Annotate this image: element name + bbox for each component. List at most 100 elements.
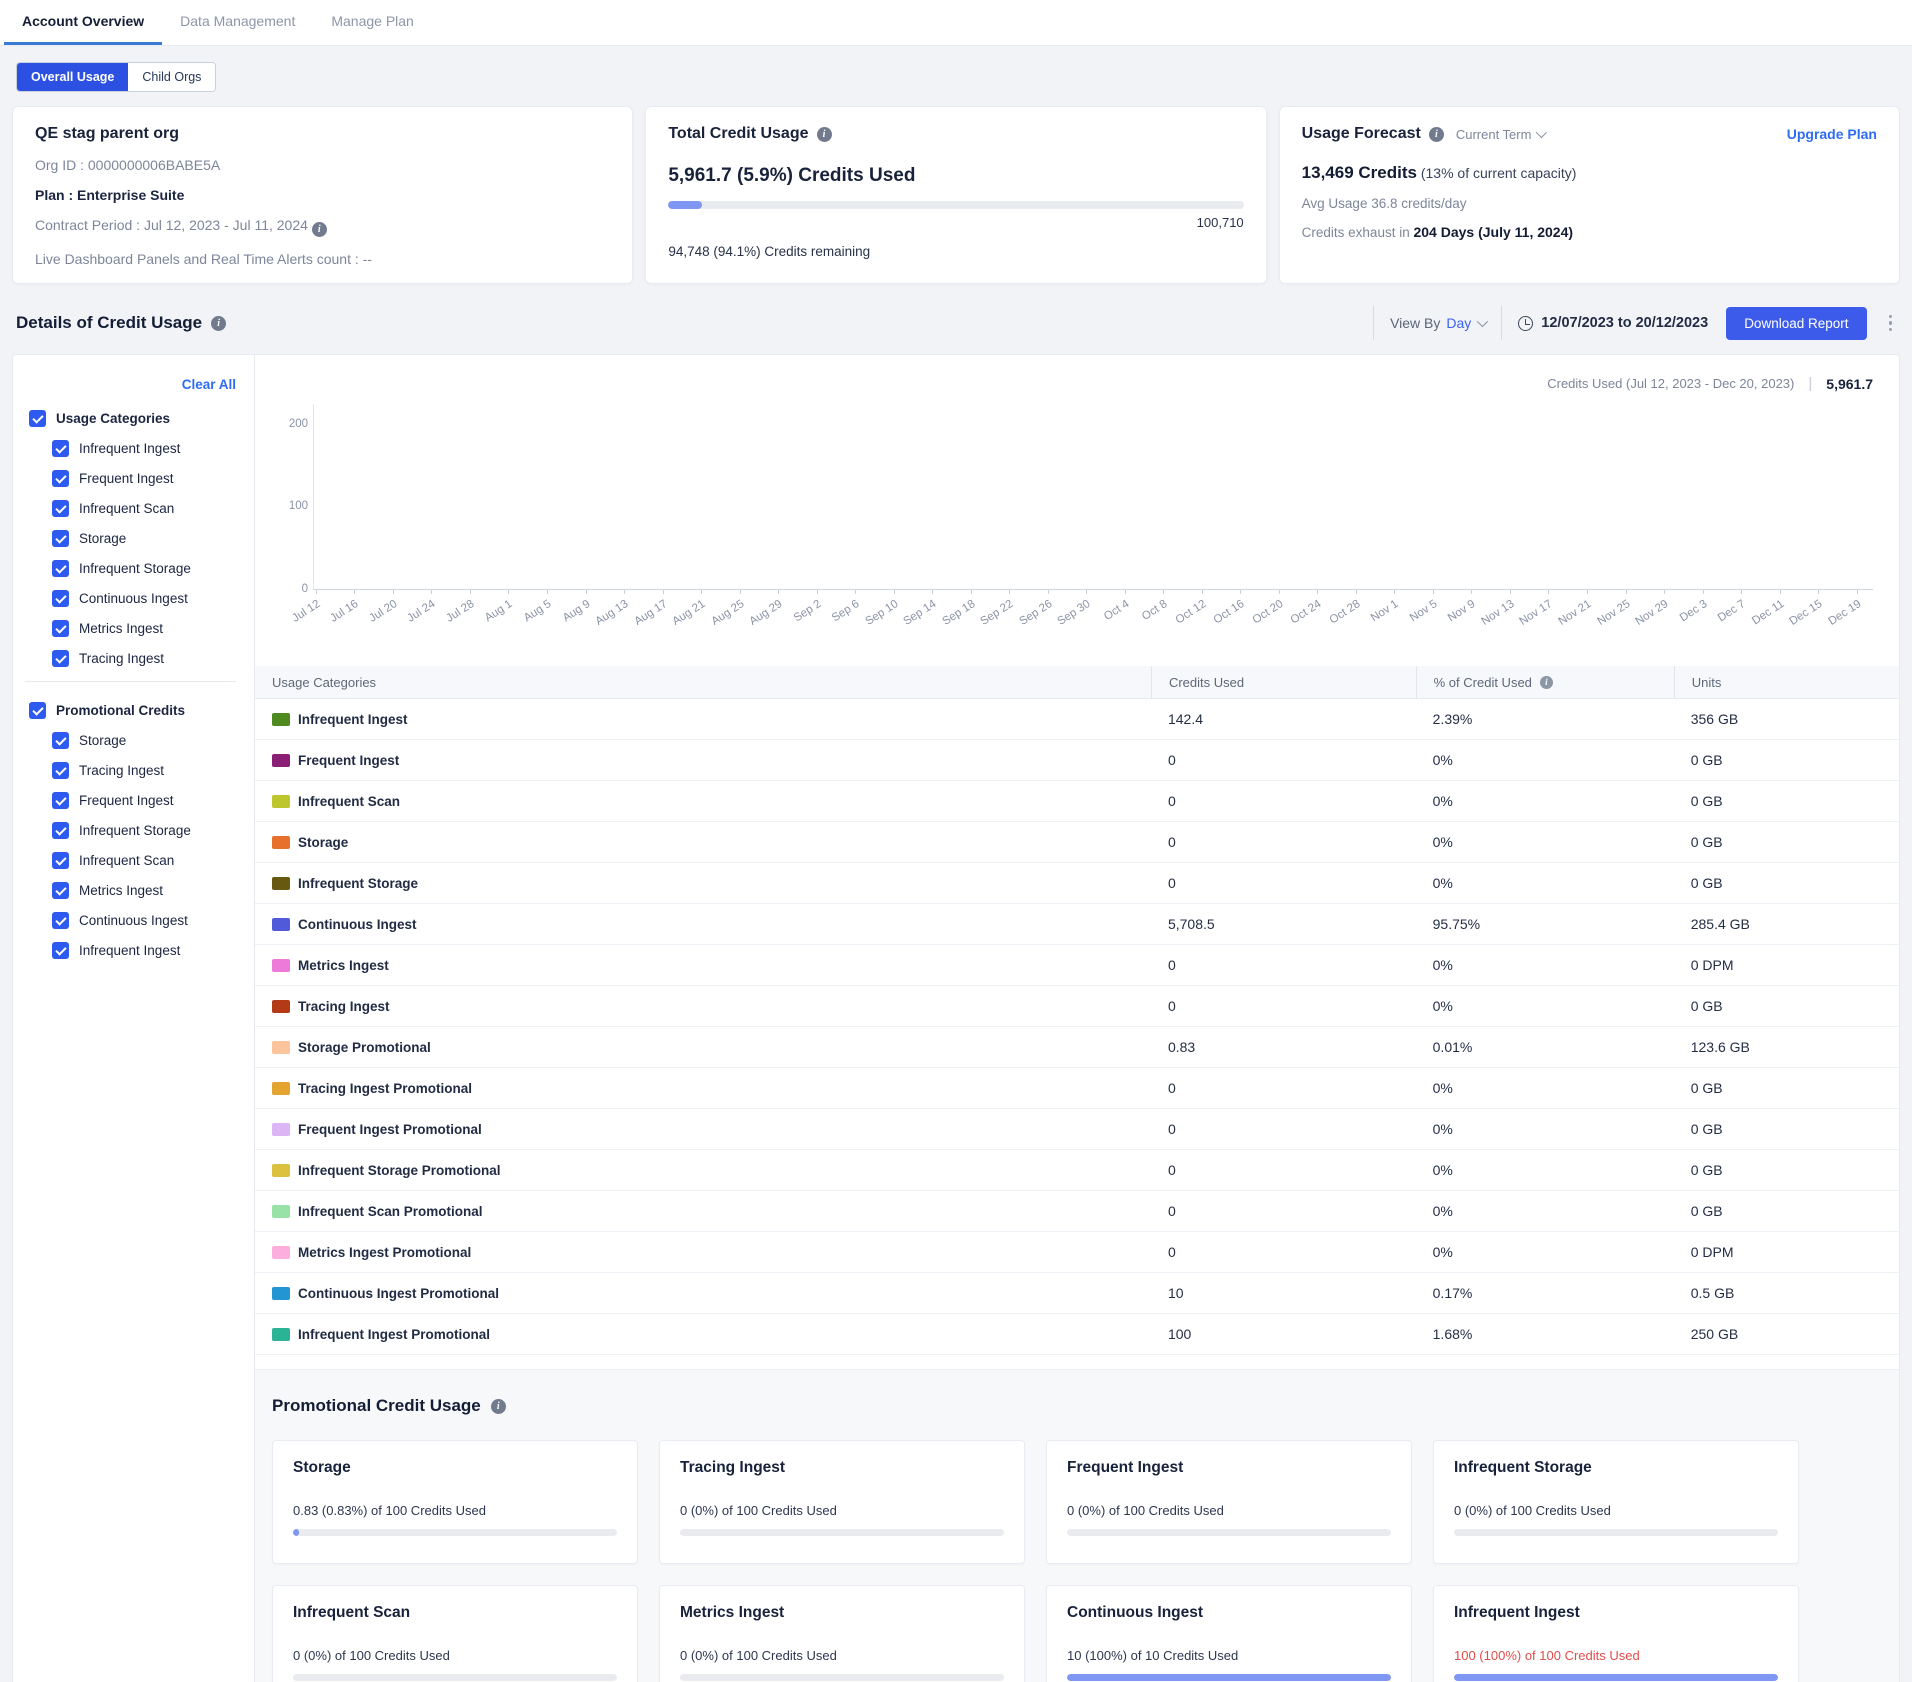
filter-item-infrequent-ingest: Infrequent Ingest <box>52 440 236 457</box>
checkbox-checked[interactable] <box>29 410 46 427</box>
filter-label: Continuous Ingest <box>79 591 188 606</box>
x-axis-tick-label: Aug 17 <box>632 598 669 628</box>
filter-item-storage: Storage <box>52 530 236 547</box>
more-options-menu-icon[interactable] <box>1885 311 1897 336</box>
tab-data-management[interactable]: Data Management <box>162 0 313 45</box>
x-axis-tick-label: Dec 7 <box>1716 598 1748 624</box>
table-row: Frequent Ingest00%0 GB <box>255 740 1899 781</box>
x-axis-tick <box>817 590 818 594</box>
y-axis-tick-label: 100 <box>272 500 308 512</box>
checkbox-checked[interactable] <box>52 882 69 899</box>
x-axis-tick <box>508 590 509 594</box>
pct-credit-info-icon[interactable]: i <box>1540 676 1553 689</box>
tab-account-overview[interactable]: Account Overview <box>4 0 162 45</box>
checkbox-checked[interactable] <box>52 500 69 517</box>
x-axis-tick <box>586 590 587 594</box>
table-row: Infrequent Ingest142.42.39%356 GB <box>255 699 1899 740</box>
filter-label: Storage <box>79 733 126 748</box>
checkbox-checked[interactable] <box>52 650 69 667</box>
current-term-dropdown[interactable]: Current Term <box>1456 127 1545 142</box>
promo-card-usage-text: 0.83 (0.83%) of 100 Credits Used <box>293 1503 617 1518</box>
details-info-icon[interactable]: i <box>211 316 226 331</box>
x-axis-tick-label: Sep 2 <box>791 598 823 624</box>
pct-credit-used-cell: 0% <box>1433 1080 1453 1096</box>
checkbox-checked[interactable] <box>52 620 69 637</box>
checkbox-checked[interactable] <box>52 912 69 929</box>
checkbox-checked[interactable] <box>52 440 69 457</box>
chevron-down-icon <box>1536 127 1547 138</box>
overall-usage-toggle[interactable]: Overall Usage <box>17 63 128 91</box>
category-color-swatch <box>272 918 290 931</box>
date-range-picker[interactable]: 12/07/2023 to 20/12/2023 <box>1518 315 1708 331</box>
total-usage-title: Total Credit Usage <box>668 125 808 143</box>
credits-used-cell: 0 <box>1168 1121 1176 1137</box>
view-by-dropdown[interactable]: View By Day <box>1390 315 1485 331</box>
filter-label: Tracing Ingest <box>79 651 164 666</box>
x-axis-tick-label: Dec 3 <box>1677 598 1709 624</box>
y-axis-tick-label: 200 <box>272 418 308 430</box>
filter-label: Storage <box>79 531 126 546</box>
units-cell: 0 DPM <box>1691 957 1734 973</box>
promo-card-continuous-ingest: Continuous Ingest10 (100%) of 10 Credits… <box>1046 1585 1412 1682</box>
checkbox-checked[interactable] <box>29 702 46 719</box>
total-usage-info-icon[interactable]: i <box>817 127 832 142</box>
category-color-swatch <box>272 1328 290 1341</box>
x-axis-tick <box>1279 590 1280 594</box>
filters-sidebar: Clear All Usage CategoriesInfrequent Ing… <box>13 355 255 1682</box>
checkbox-checked[interactable] <box>52 942 69 959</box>
x-axis-tick-label: Oct 24 <box>1289 598 1324 627</box>
download-report-button[interactable]: Download Report <box>1726 307 1866 340</box>
checkbox-checked[interactable] <box>52 852 69 869</box>
filter-label: Frequent Ingest <box>79 793 174 808</box>
checkbox-checked[interactable] <box>52 732 69 749</box>
x-axis-tick-label: Dec 15 <box>1788 598 1825 628</box>
x-axis-tick-label: Dec 19 <box>1826 598 1863 628</box>
x-axis-tick-label: Nov 9 <box>1446 598 1478 624</box>
checkbox-checked[interactable] <box>52 530 69 547</box>
x-axis-tick-label: Nov 5 <box>1408 598 1440 624</box>
col-credits-used: Credits Used <box>1151 666 1416 698</box>
credits-used-cell: 100 <box>1168 1326 1191 1342</box>
filter-item-infrequent-ingest: Infrequent Ingest <box>52 942 236 959</box>
promo-progress-track <box>1454 1674 1778 1681</box>
promo-card-infrequent-ingest: Infrequent Ingest100 (100%) of 100 Credi… <box>1433 1585 1799 1682</box>
promo-card-frequent-ingest: Frequent Ingest0 (0%) of 100 Credits Use… <box>1046 1440 1412 1564</box>
table-row: Infrequent Scan00%0 GB <box>255 781 1899 822</box>
x-axis-tick <box>1587 590 1588 594</box>
promo-card-infrequent-scan: Infrequent Scan0 (0%) of 100 Credits Use… <box>272 1585 638 1682</box>
checkbox-checked[interactable] <box>52 470 69 487</box>
checkbox-checked[interactable] <box>52 792 69 809</box>
checkbox-checked[interactable] <box>52 822 69 839</box>
promo-progress-fill <box>1454 1674 1778 1681</box>
pct-credit-used-cell: 0% <box>1433 834 1453 850</box>
clear-all-link[interactable]: Clear All <box>29 377 236 392</box>
checkbox-checked[interactable] <box>52 560 69 577</box>
usage-forecast-card: Usage Forecast i Current Term Upgrade Pl… <box>1279 106 1900 284</box>
checkbox-checked[interactable] <box>52 590 69 607</box>
promo-card-title: Storage <box>293 1459 617 1477</box>
pct-credit-used-cell: 0% <box>1433 957 1453 973</box>
child-orgs-toggle[interactable]: Child Orgs <box>128 63 215 91</box>
x-axis-tick-label: Aug 13 <box>593 598 630 628</box>
promo-info-icon[interactable]: i <box>491 1399 506 1414</box>
org-live-count: Live Dashboard Panels and Real Time Aler… <box>35 251 610 267</box>
chart-x-axis: Jul 12Jul 16Jul 20Jul 24Jul 28Aug 1Aug 5… <box>313 590 1873 646</box>
table-row: Tracing Ingest00%0 GB <box>255 986 1899 1027</box>
checkbox-checked[interactable] <box>52 762 69 779</box>
table-row: Metrics Ingest Promotional00%0 DPM <box>255 1232 1899 1273</box>
tab-manage-plan[interactable]: Manage Plan <box>313 0 432 45</box>
category-name: Continuous Ingest Promotional <box>298 1286 499 1301</box>
x-axis-tick <box>855 590 856 594</box>
forecast-info-icon[interactable]: i <box>1429 127 1444 142</box>
x-axis-tick <box>1780 590 1781 594</box>
promo-progress-track <box>293 1674 617 1681</box>
x-axis-tick <box>1317 590 1318 594</box>
x-axis-tick-label: Sep 18 <box>940 598 977 628</box>
x-axis-tick <box>894 590 895 594</box>
filter-item-infrequent-scan: Infrequent Scan <box>52 500 236 517</box>
contract-info-icon[interactable]: i <box>312 222 327 237</box>
pct-credit-used-cell: 95.75% <box>1433 916 1480 932</box>
promo-card-title: Tracing Ingest <box>680 1459 1004 1477</box>
filter-label: Tracing Ingest <box>79 763 164 778</box>
upgrade-plan-link[interactable]: Upgrade Plan <box>1787 126 1877 142</box>
